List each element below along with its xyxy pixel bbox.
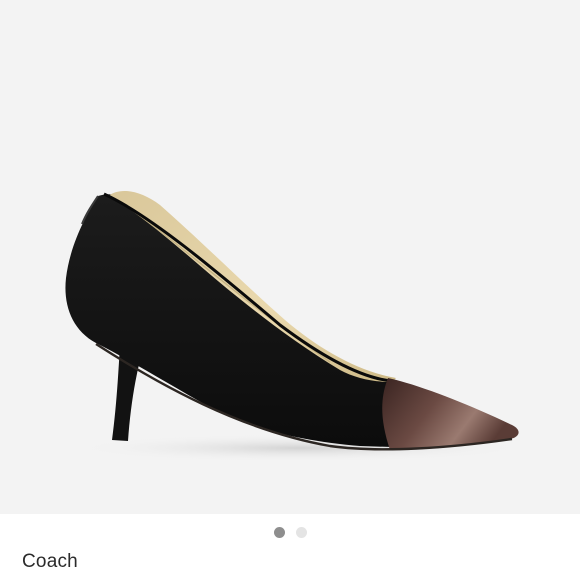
brand-name[interactable]: Coach: [22, 551, 78, 573]
pump-shoe-icon: [65, 190, 530, 462]
product-photo[interactable]: [0, 0, 580, 514]
image-carousel-pager: [0, 527, 580, 538]
carousel-dot-1[interactable]: [273, 527, 285, 538]
carousel-dot-2[interactable]: [295, 527, 307, 538]
product-listing: Coach: [0, 0, 580, 580]
